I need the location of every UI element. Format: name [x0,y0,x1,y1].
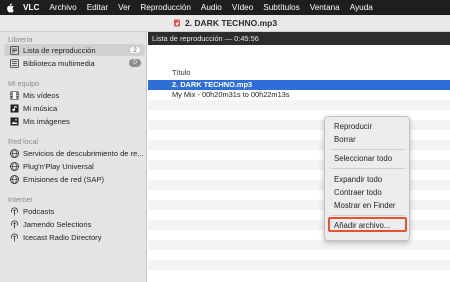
menu-item-borrar[interactable]: Borrar [334,135,356,144]
column-header-title[interactable]: Título [148,66,450,80]
image-icon [10,117,19,126]
sidebar-item-label: Mis imágenes [23,116,70,126]
menu-ayuda[interactable]: Ayuda [350,3,373,12]
window-title: 2. DARK TECHNO.mp3 [184,18,278,28]
sidebar-item-label: Servicios de descubrimiento de re... [23,148,144,158]
sidebar-item-videos[interactable]: Mis vídeos [4,89,145,101]
menu-app-vlc[interactable]: VLC [23,3,39,12]
sidebar-item-images[interactable]: Mis imágenes [4,115,145,127]
sidebar-item-playlist[interactable]: Lista de reproducción 2 [4,44,145,56]
sidebar-item-icecast[interactable]: Icecast Radio Directory [4,231,145,243]
sap-icon [10,174,19,184]
sidebar-item-jamendo[interactable]: Jamendo Selections [4,218,145,230]
sidebar-item-label: Biblioteca multimedia [23,58,95,68]
sidebar: Librería Lista de reproducción 2 Bibliot… [0,32,147,282]
empty-row [148,240,450,250]
playlist-row-selected[interactable]: 2. DARK TECHNO.mp3 [148,80,450,90]
menu-item-seleccionar-todo[interactable]: Seleccionar todo [334,154,392,163]
upnp-icon [10,161,19,171]
menu-ventana[interactable]: Ventana [310,3,340,12]
music-icon [10,104,19,113]
section-header-mi-equipo: Mi equipo [8,79,40,88]
menu-archivo[interactable]: Archivo [49,3,76,12]
sidebar-item-podcasts[interactable]: Podcasts [4,205,145,217]
menu-item-anadir-archivo[interactable]: Añadir archivo... [334,221,390,230]
playlist-count-badge: 2 [129,46,141,54]
menu-separator [331,168,405,169]
menu-bar: VLC Archivo Editar Ver Reproducción Audi… [0,0,450,15]
menu-item-expandir-todo[interactable]: Expandir todo [334,175,382,184]
media-library-count-badge: 0 [129,59,141,67]
sidebar-item-label: Mi música [23,103,58,113]
sidebar-item-music[interactable]: Mi música [4,102,145,114]
sidebar-item-label: Emisiones de red (SAP) [23,174,105,184]
playlist-icon [10,45,19,55]
empty-row [148,260,450,270]
sidebar-item-network-discovery[interactable]: Servicios de descubrimiento de re... [4,147,145,159]
section-header-red-local: Red local [8,137,38,146]
sidebar-item-sap[interactable]: Emisiones de red (SAP) [4,173,145,185]
menu-item-contraer-todo[interactable]: Contraer todo [334,188,382,197]
sidebar-item-label: Jamendo Selections [23,219,92,229]
playlist-row[interactable]: My Mix - 00h20m31s to 00h22m13s [148,90,450,100]
sidebar-item-label: Icecast Radio Directory [23,232,102,242]
section-header-internet: Internet [8,195,33,204]
sidebar-item-label: Lista de reproducción [23,45,96,55]
menu-audio[interactable]: Audio [201,3,222,12]
menu-separator [331,215,405,216]
jamendo-icon [10,220,19,229]
playlist-header: Lista de reproducción — 0:45:56 [148,32,450,45]
empty-row [148,270,450,280]
empty-row [148,250,450,260]
audio-file-icon [173,19,181,27]
sidebar-item-label: Podcasts [23,206,55,216]
media-library-icon [10,58,19,68]
menu-subtitulos[interactable]: Subtítulos [263,3,299,12]
sidebar-item-label: Plug'n'Play Universal [23,161,94,171]
radio-icon [10,233,19,242]
sidebar-item-media-library[interactable]: Biblioteca multimedia 0 [4,57,145,69]
menu-reproduccion[interactable]: Reproducción [140,3,191,12]
menu-ver[interactable]: Ver [118,3,130,12]
menu-editar[interactable]: Editar [87,3,108,12]
menu-separator [331,149,405,150]
menu-video[interactable]: Vídeo [232,3,253,12]
apple-icon[interactable] [5,3,14,13]
empty-row [148,100,450,110]
network-icon [10,148,19,158]
sidebar-item-label: Mis vídeos [23,90,60,100]
sidebar-item-upnp[interactable]: Plug'n'Play Universal [4,160,145,172]
menu-item-mostrar-en-finder[interactable]: Mostrar en Finder [334,201,396,210]
podcast-icon [10,207,19,216]
section-header-libreria: Librería [8,35,33,44]
film-icon [10,91,19,100]
context-menu: Reproducir Borrar Seleccionar todo Expan… [324,116,410,241]
window-titlebar[interactable]: 2. DARK TECHNO.mp3 [0,15,450,32]
menu-item-reproducir[interactable]: Reproducir [334,122,372,131]
